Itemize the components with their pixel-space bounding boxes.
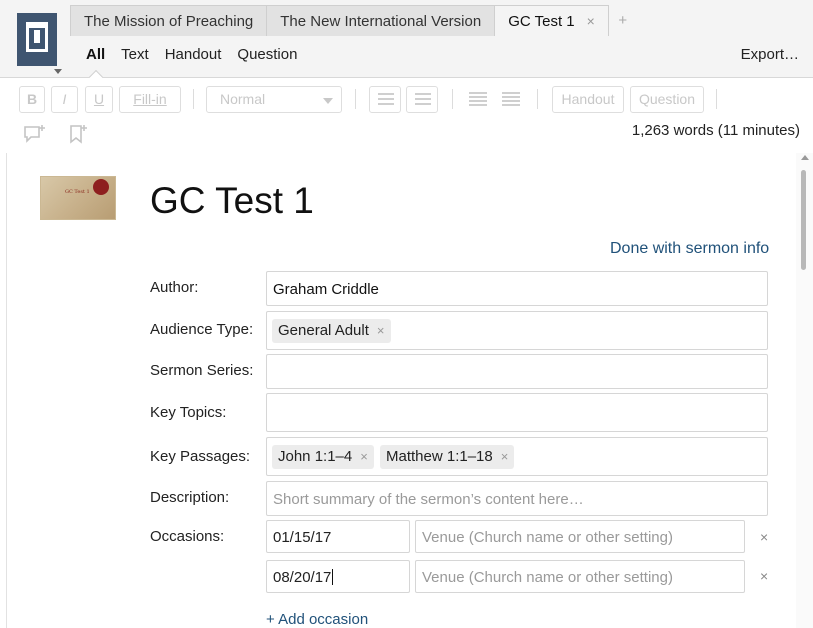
tab-close-icon[interactable]: ×	[587, 13, 595, 29]
tab-niv[interactable]: The New International Version	[266, 5, 496, 36]
tab-label: GC Test 1	[508, 13, 575, 30]
toolbar-divider	[716, 89, 717, 109]
remove-occasion-icon[interactable]: ×	[760, 529, 768, 545]
document-tabs: The Mission of Preaching The New Interna…	[70, 5, 638, 36]
filter-question[interactable]: Question	[237, 46, 297, 63]
occasion-date-value: 08/20/17	[273, 569, 334, 586]
author-value: Graham Criddle	[273, 281, 379, 298]
add-occasion-link[interactable]: + Add occasion	[266, 611, 368, 628]
numbered-list-icon	[415, 93, 431, 106]
filter-all[interactable]: All	[86, 46, 105, 63]
numbered-list-button[interactable]	[406, 86, 438, 113]
venue-placeholder: Venue (Church name or other setting)	[422, 529, 673, 546]
author-field[interactable]: Graham Criddle	[266, 271, 768, 306]
active-filter-pointer	[88, 69, 104, 85]
remove-chip-icon[interactable]: ×	[360, 449, 368, 464]
remove-chip-icon[interactable]: ×	[377, 323, 385, 338]
app-chrome: The Mission of Preaching The New Interna…	[0, 0, 813, 152]
chip-label: General Adult	[278, 322, 369, 339]
passage-chip[interactable]: John 1:1–4 ×	[272, 445, 374, 469]
document-title[interactable]: GC Test 1	[150, 180, 314, 222]
passage-chip[interactable]: Matthew 1:1–18 ×	[380, 445, 515, 469]
sermon-series-label: Sermon Series:	[150, 362, 254, 379]
outdent-icon[interactable]	[469, 92, 487, 106]
italic-button[interactable]: I	[51, 86, 78, 113]
description-label: Description:	[150, 489, 230, 506]
done-with-sermon-info-link[interactable]: Done with sermon info	[610, 240, 769, 258]
remove-occasion-icon[interactable]: ×	[760, 568, 768, 584]
occasion-venue-input[interactable]: Venue (Church name or other setting)	[415, 560, 745, 593]
occasion-venue-input[interactable]: Venue (Church name or other setting)	[415, 520, 745, 553]
document-content	[6, 153, 794, 628]
chip-label: Matthew 1:1–18	[386, 448, 493, 465]
author-label: Author:	[150, 279, 199, 296]
toolbar-divider	[537, 89, 538, 109]
audience-type-label: Audience Type:	[150, 321, 254, 338]
occasions-label: Occasions:	[150, 528, 225, 545]
occasion-date-value: 01/15/17	[273, 529, 332, 546]
description-placeholder: Short summary of the sermon’s content he…	[273, 491, 584, 508]
tab-label: The New International Version	[280, 13, 482, 30]
logo-menu-caret-icon[interactable]	[54, 69, 62, 74]
wax-seal-icon	[93, 179, 109, 195]
scrollbar[interactable]	[796, 153, 813, 628]
tab-mission-of-preaching[interactable]: The Mission of Preaching	[70, 5, 268, 36]
occasion-date-input[interactable]: 01/15/17	[266, 520, 410, 553]
audience-chip[interactable]: General Adult ×	[272, 319, 391, 343]
indent-icon[interactable]	[502, 92, 520, 106]
bulleted-list-button[interactable]	[369, 86, 401, 113]
sermon-thumbnail[interactable]: GC Test 1	[40, 176, 116, 220]
paragraph-style-select[interactable]: Normal	[206, 86, 342, 113]
filter-text[interactable]: Text	[121, 46, 149, 63]
app-logo[interactable]	[17, 13, 57, 66]
comment-add-icon[interactable]	[23, 123, 47, 145]
scroll-up-icon[interactable]	[801, 155, 809, 160]
bulleted-list-icon	[378, 93, 394, 106]
word-count: 1,263 words (11 minutes)	[631, 122, 800, 139]
chip-label: John 1:1–4	[278, 448, 353, 465]
new-tab-button[interactable]: +	[608, 5, 638, 36]
export-button[interactable]: Export…	[741, 46, 799, 63]
filter-handout[interactable]: Handout	[165, 46, 222, 63]
audience-type-field[interactable]: General Adult ×	[266, 311, 768, 350]
venue-placeholder: Venue (Church name or other setting)	[422, 569, 673, 586]
key-passages-label: Key Passages:	[150, 448, 251, 465]
view-filter-nav: All Text Handout Question	[86, 46, 313, 63]
key-passages-field[interactable]: John 1:1–4 × Matthew 1:1–18 ×	[266, 437, 768, 476]
key-topics-label: Key Topics:	[150, 404, 227, 421]
paragraph-style-value: Normal	[220, 91, 266, 107]
underline-button[interactable]: U	[85, 86, 113, 113]
handout-button[interactable]: Handout	[552, 86, 624, 113]
bold-button[interactable]: B	[19, 86, 45, 113]
question-button[interactable]: Question	[630, 86, 704, 113]
logo-icon	[26, 22, 48, 52]
sermon-series-field[interactable]	[266, 354, 768, 389]
thumbnail-title: GC Test 1	[65, 189, 90, 195]
toolbar-divider	[452, 89, 453, 109]
key-topics-field[interactable]	[266, 393, 768, 432]
scroll-thumb[interactable]	[801, 170, 806, 270]
tab-gc-test-1[interactable]: GC Test 1 ×	[494, 5, 609, 36]
date-text: 08/20/17	[273, 569, 332, 586]
toolbar-divider	[355, 89, 356, 109]
description-field[interactable]: Short summary of the sermon’s content he…	[266, 481, 768, 516]
chevron-down-icon	[323, 98, 333, 104]
fill-in-button[interactable]: Fill-in	[119, 86, 181, 113]
remove-chip-icon[interactable]: ×	[501, 449, 509, 464]
text-cursor	[332, 569, 334, 585]
format-toolbar: B I U Fill-in Normal Handout Question 1,…	[0, 69, 813, 152]
occasion-date-input[interactable]: 08/20/17	[266, 560, 410, 593]
tab-label: The Mission of Preaching	[84, 13, 254, 30]
toolbar-divider	[193, 89, 194, 109]
bookmark-add-icon[interactable]	[67, 123, 91, 145]
